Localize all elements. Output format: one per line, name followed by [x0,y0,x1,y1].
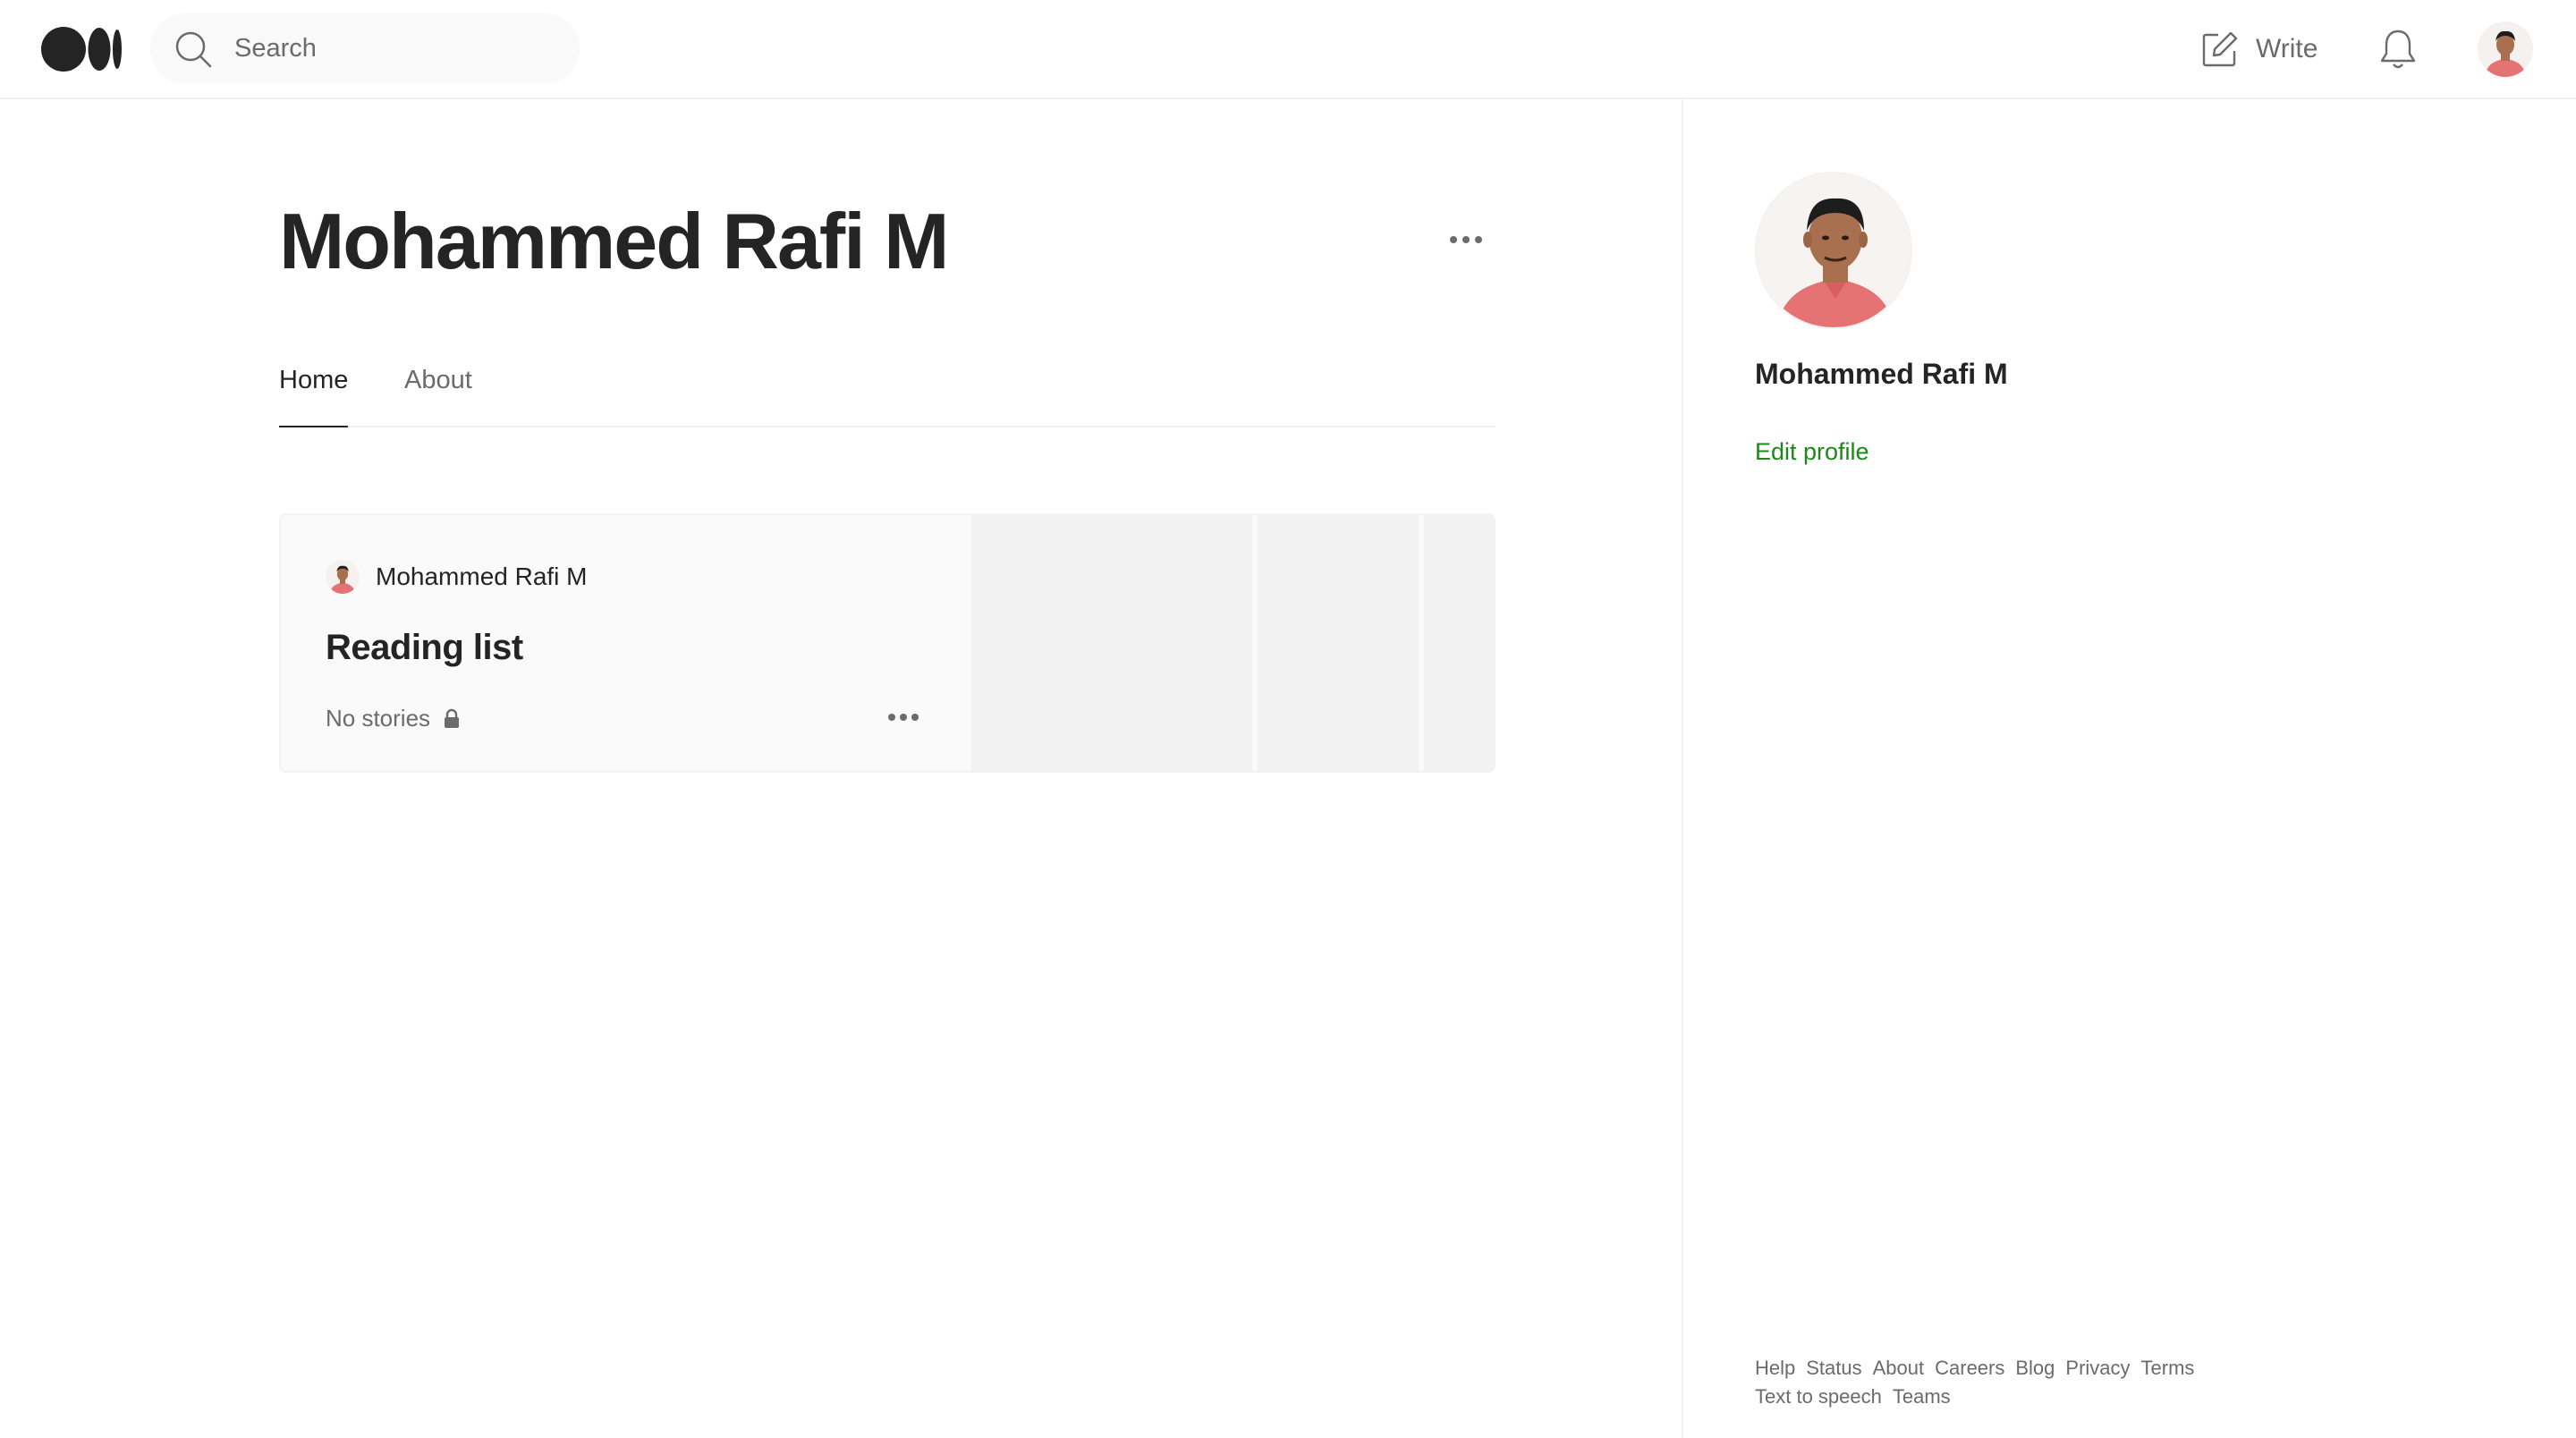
footer-link-teams[interactable]: Teams [1893,1383,1951,1411]
avatar-portrait-icon [1757,173,1911,327]
reading-list-card[interactable]: Mohammed Rafi M Reading list No stories [279,513,1496,773]
bell-icon[interactable] [2377,27,2419,72]
list-title[interactable]: Reading list [326,628,523,668]
footer-link-privacy[interactable]: Privacy [2065,1354,2130,1383]
list-thumbnail [1258,515,1419,771]
search-input[interactable] [234,26,556,71]
list-meta: No stories [326,705,461,732]
footer-link-careers[interactable]: Careers [1935,1354,2004,1383]
top-nav: Write [0,0,2576,99]
search-icon [175,31,212,68]
footer-link-status[interactable]: Status [1806,1354,1861,1383]
list-author-name: Mohammed Rafi M [376,563,588,590]
tab-home[interactable]: Home [279,358,349,427]
avatar-portrait-icon [326,560,360,594]
page-title: Mohammed Rafi M [279,197,949,285]
sidebar-name: Mohammed Rafi M [1755,358,2008,390]
footer-link-blog[interactable]: Blog [2015,1354,2055,1383]
avatar-portrait-icon [2478,21,2533,77]
content-divider [1682,99,1683,1438]
edit-profile-link[interactable]: Edit profile [1755,438,1869,466]
lock-icon [445,708,460,728]
pencil-square-icon [2202,31,2238,67]
profile-tabs: Home About [279,358,1496,427]
search-bar[interactable] [150,13,580,84]
reading-list-info: Mohammed Rafi M Reading list No stories [281,515,970,771]
write-button[interactable]: Write [2200,25,2318,73]
story-count: No stories [326,705,431,732]
write-label: Write [2256,34,2318,63]
list-author: Mohammed Rafi M [326,560,588,594]
avatar [326,560,360,594]
list-thumbnail [971,515,1252,771]
tab-about[interactable]: About [404,358,472,427]
footer-link-help[interactable]: Help [1755,1354,1795,1383]
footer-link-about[interactable]: About [1873,1354,1925,1383]
user-avatar[interactable] [2478,21,2533,77]
profile-avatar[interactable] [1755,172,1912,329]
footer-link-text-to-speech[interactable]: Text to speech [1755,1383,1882,1411]
ellipsis-icon[interactable] [886,703,921,732]
list-thumbnail [1424,515,1494,771]
ellipsis-icon[interactable] [1445,224,1487,256]
footer-links: Help Status About Careers Blog Privacy Terms Te… [1755,1354,2256,1411]
footer-link-terms[interactable]: Terms [2141,1354,2195,1383]
medium-logo-icon[interactable] [41,26,123,72]
